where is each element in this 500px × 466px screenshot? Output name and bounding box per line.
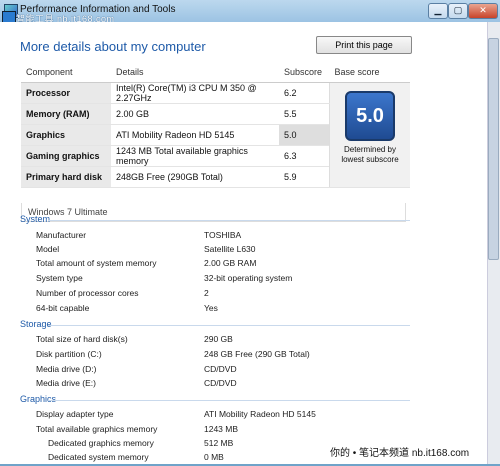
section-title-graphics: Graphics	[20, 394, 57, 404]
scrollbar-thumb[interactable]	[488, 38, 499, 260]
table-header-row: Component Details Subscore Base score	[21, 61, 410, 83]
info-row: Media drive (D:) CD/DVD	[36, 364, 416, 378]
component-details: ATI Mobility Radeon HD 5145	[111, 124, 279, 146]
component-details: 1243 MB Total available graphics memory	[111, 145, 279, 167]
info-row: Number of processor cores 2	[36, 288, 416, 302]
info-value: CD/DVD	[204, 378, 237, 388]
component-name: Primary hard disk	[21, 166, 111, 188]
info-value: TOSHIBA	[204, 230, 242, 240]
section-divider	[48, 220, 410, 221]
section-title-system: System	[20, 214, 51, 224]
component-subscore: 6.3	[279, 145, 330, 167]
component-details: Intel(R) Core(TM) i3 CPU M 350 @ 2.27GHz	[111, 82, 279, 104]
info-label: Display adapter type	[36, 409, 114, 419]
info-value: Yes	[204, 303, 218, 313]
maximize-button[interactable]: ▢	[448, 3, 468, 19]
info-value: ATI Mobility Radeon HD 5145	[204, 409, 316, 419]
base-score-badge: 5.0	[345, 91, 395, 141]
info-label: Model	[36, 244, 60, 254]
info-value: CD/DVD	[204, 364, 237, 374]
base-score-caption-line-2: lowest subscore	[341, 155, 399, 164]
info-label: 64-bit capable	[36, 303, 90, 313]
info-label: Number of processor cores	[36, 288, 139, 298]
info-row: Manufacturer TOSHIBA	[36, 230, 416, 244]
minimize-button[interactable]: ▁	[428, 3, 448, 19]
component-subscore: 5.5	[279, 103, 330, 125]
component-name: Gaming graphics	[21, 145, 111, 167]
component-subscore: 5.9	[279, 166, 330, 188]
info-row: 64-bit capable Yes	[36, 303, 416, 317]
component-name: Memory (RAM)	[21, 103, 111, 125]
performance-table: Component Details Subscore Base score Pr…	[21, 61, 410, 188]
component-details: 2.00 GB	[111, 103, 279, 125]
info-row: Total amount of system memory 2.00 GB RAM	[36, 258, 416, 272]
component-name: Graphics	[21, 124, 111, 146]
minimize-icon: ▁	[434, 5, 442, 15]
info-row: Media drive (E:) CD/DVD	[36, 378, 416, 392]
info-label: Total available graphics memory	[36, 424, 158, 434]
info-label: Media drive (E:)	[36, 378, 96, 388]
maximize-icon: ▢	[453, 5, 463, 15]
info-label: Dedicated system memory	[48, 452, 149, 462]
info-label: Total size of hard disk(s)	[36, 334, 128, 344]
column-header-subscore: Subscore	[279, 61, 330, 83]
component-subscore: 5.0	[279, 124, 330, 146]
column-header-base-score: Base score	[329, 61, 410, 83]
column-header-details: Details	[111, 61, 279, 83]
section-divider	[48, 325, 410, 326]
info-row: System type 32-bit operating system	[36, 273, 416, 287]
info-value: 248 GB Free (290 GB Total)	[204, 349, 310, 359]
info-value: 32-bit operating system	[204, 273, 293, 283]
table-row: Processor Intel(R) Core(TM) i3 CPU M 350…	[21, 82, 410, 188]
info-value: 1243 MB	[204, 424, 239, 434]
info-row: Display adapter type ATI Mobility Radeon …	[36, 409, 416, 423]
base-score-cell: 5.0 Determined by lowest subscore	[329, 82, 410, 188]
info-row: Disk partition (C:) 248 GB Free (290 GB T…	[36, 349, 416, 363]
info-label: Manufacturer	[36, 230, 87, 240]
page-title: More details about my computer	[20, 39, 206, 54]
info-value: 290 GB	[204, 334, 233, 344]
column-header-component: Component	[21, 61, 111, 83]
close-icon: ✕	[479, 5, 487, 15]
component-subscore: 6.2	[279, 82, 330, 104]
content-area: More details about my computer Print thi…	[0, 22, 500, 464]
info-value: Satellite L630	[204, 244, 256, 254]
info-row: Total available graphics memory 1243 MB	[36, 424, 416, 438]
section-divider	[48, 400, 410, 401]
title-bar: Performance Information and Tools 智能工具 n…	[0, 0, 500, 24]
info-row: Total size of hard disk(s) 290 GB	[36, 334, 416, 348]
info-label: Disk partition (C:)	[36, 349, 102, 359]
print-button[interactable]: Print this page	[316, 36, 412, 54]
info-value: 512 MB	[204, 438, 234, 448]
component-name: Processor	[21, 82, 111, 104]
component-details: 248GB Free (290GB Total)	[111, 166, 279, 188]
base-score-caption-line-1: Determined by	[343, 145, 397, 154]
info-label: Media drive (D:)	[36, 364, 97, 374]
info-label: Total amount of system memory	[36, 258, 157, 268]
close-button[interactable]: ✕	[468, 3, 498, 19]
info-value: 0 MB	[204, 452, 224, 462]
watermark-bottom: 你的 • 笔记本频道 nb.it168.com	[330, 448, 470, 459]
info-label: System type	[36, 273, 83, 283]
info-row: Model Satellite L630	[36, 244, 416, 258]
info-value: 2.00 GB RAM	[204, 258, 257, 268]
info-value: 2	[204, 288, 209, 298]
info-label: Dedicated graphics memory	[48, 438, 154, 448]
section-title-storage: Storage	[20, 319, 52, 329]
